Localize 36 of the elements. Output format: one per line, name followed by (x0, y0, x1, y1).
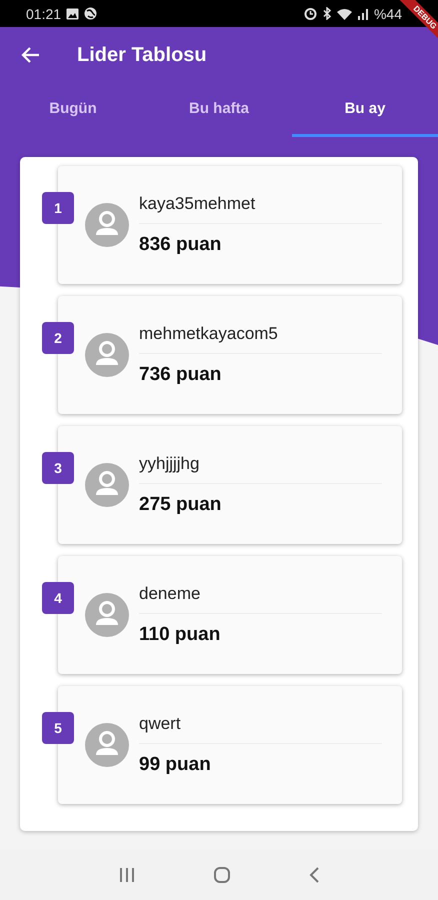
points: 275 puan (139, 493, 222, 516)
username: mehmetkayacom5 (139, 324, 382, 354)
avatar-icon (85, 593, 129, 637)
globe-icon (84, 7, 98, 20)
back-icon[interactable] (308, 867, 320, 883)
alarm-icon (304, 7, 317, 20)
clock-time: 01:21 (26, 6, 62, 22)
username: kaya35mehmet (139, 194, 382, 224)
avatar-icon (85, 723, 129, 767)
points: 736 puan (139, 363, 222, 386)
image-icon (66, 8, 80, 20)
rank-badge: 1 (42, 192, 74, 224)
battery-percentage: %44 (374, 6, 402, 22)
tab[interactable]: Bugün (0, 83, 146, 137)
avatar-icon (85, 333, 129, 377)
wifi-icon (336, 8, 352, 20)
username: qwert (139, 714, 382, 744)
rank-badge: 3 (42, 452, 74, 484)
rank-badge: 2 (42, 322, 74, 354)
home-icon[interactable] (212, 866, 231, 884)
avatar-icon (85, 463, 129, 507)
username: yyhjjjjhg (139, 454, 382, 484)
points: 110 puan (139, 623, 222, 646)
points: 99 puan (139, 753, 212, 776)
rank-badge: 4 (42, 582, 74, 614)
recent-apps-icon[interactable] (118, 867, 136, 883)
back-arrow-icon[interactable] (21, 45, 41, 65)
avatar-icon (85, 203, 129, 247)
bluetooth-icon (322, 7, 332, 20)
points: 836 puan (139, 233, 222, 256)
screen-title: Lider Tablosu (77, 44, 207, 66)
username: deneme (139, 584, 382, 614)
signal-icon (356, 8, 369, 20)
tab[interactable]: Bu hafta (146, 83, 292, 137)
tab[interactable]: Bu ay (292, 83, 438, 137)
rank-badge: 5 (42, 712, 74, 744)
